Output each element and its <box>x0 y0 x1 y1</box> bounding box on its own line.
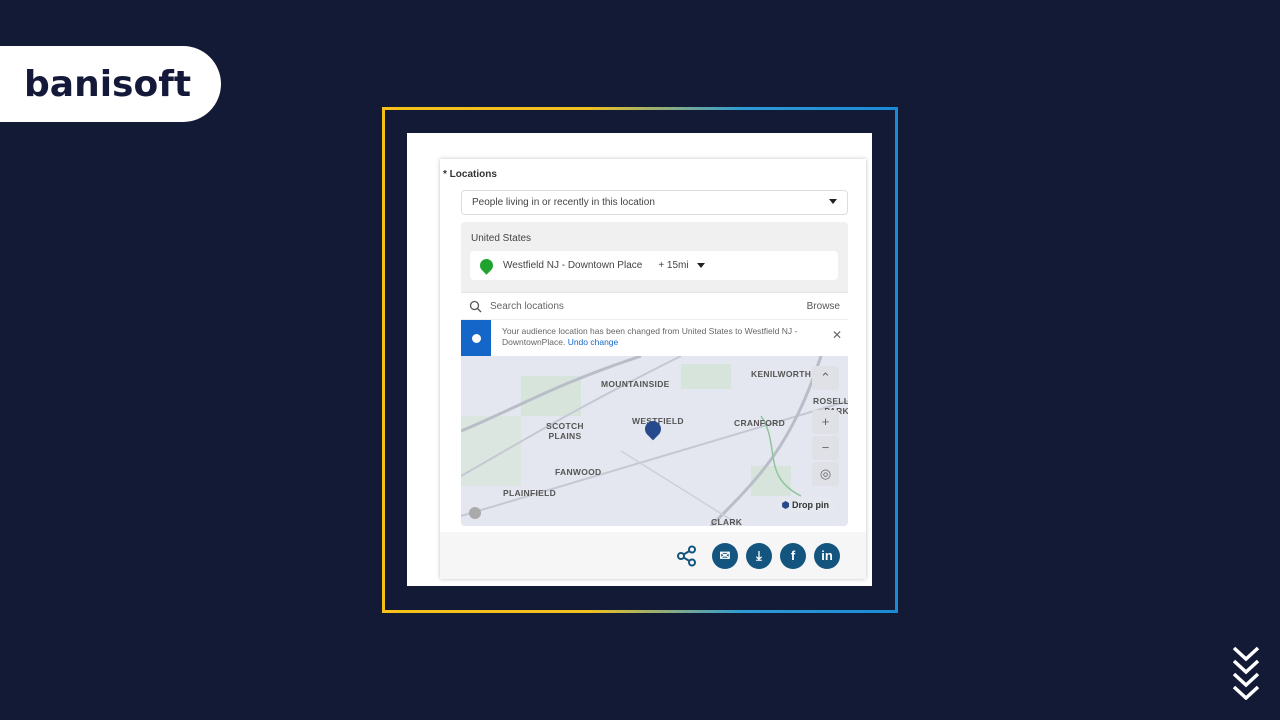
map-label: CLARK <box>711 517 743 526</box>
locations-label: * Locations <box>443 169 497 180</box>
selected-location[interactable]: Westfield NJ - Downtown Place + 15mi <box>470 251 838 280</box>
share-icon[interactable] <box>676 545 698 567</box>
search-bar[interactable]: Search locations Browse <box>461 292 848 319</box>
caret-down-icon <box>829 199 837 204</box>
country-label: United States <box>471 233 532 244</box>
download-icon[interactable]: ⤓ <box>746 542 772 569</box>
location-change-notification: Your audience location has been changed … <box>461 319 848 357</box>
map[interactable]: MOUNTAINSIDE KENILWORTH ROSELLE PARK SCO… <box>461 356 848 526</box>
zoom-in-button[interactable]: + <box>812 410 839 434</box>
share-bar: ✉ ⤓ f in <box>440 532 866 579</box>
collapse-map-button[interactable]: ⌃ <box>812 366 839 390</box>
linkedin-icon[interactable]: in <box>814 542 840 569</box>
drop-pin-label: Drop pin <box>792 500 829 510</box>
caret-down-icon[interactable] <box>696 263 705 268</box>
map-label: MOUNTAINSIDE <box>601 379 670 389</box>
locate-icon[interactable]: ◎ <box>812 462 839 486</box>
map-label: CRANFORD <box>734 418 786 428</box>
radius-select[interactable]: + 15mi <box>658 260 688 271</box>
location-box: United States Westfield NJ - Downtown Pl… <box>461 222 848 526</box>
audience-type-select[interactable]: People living in or recently in this loc… <box>461 190 848 215</box>
facebook-icon[interactable]: f <box>780 542 806 569</box>
map-label: SCOTCH PLAINS <box>546 421 584 441</box>
drop-pin-button[interactable]: ⬢ Drop pin <box>776 497 834 514</box>
search-input[interactable]: Search locations <box>490 301 807 312</box>
email-icon[interactable]: ✉ <box>712 542 738 569</box>
info-icon <box>471 334 481 343</box>
logo-text: banisoft <box>24 63 192 105</box>
browse-button[interactable]: Browse <box>807 301 840 312</box>
map-info-icon[interactable] <box>469 507 481 519</box>
map-label: FANWOOD <box>555 467 602 477</box>
screenshot-card: * Locations People living in or recently… <box>407 133 872 586</box>
banisoft-logo: banisoft <box>0 46 221 122</box>
scroll-down-chevrons-icon[interactable] <box>1232 644 1260 700</box>
location-pin-icon <box>477 256 496 275</box>
map-label: KENILWORTH <box>751 369 812 379</box>
locations-panel: * Locations People living in or recently… <box>440 159 866 579</box>
pin-icon: ⬢ <box>781 500 790 510</box>
zoom-out-button[interactable]: − <box>812 436 839 460</box>
map-label: PLAINFIELD <box>503 488 557 498</box>
search-icon <box>469 300 482 312</box>
notification-text: Your audience location has been changed … <box>502 326 798 347</box>
location-name: Westfield NJ - Downtown Place <box>503 260 643 271</box>
close-icon[interactable]: ✕ <box>832 328 842 342</box>
audience-type-value: People living in or recently in this loc… <box>472 197 655 208</box>
undo-change-link[interactable]: Undo change <box>568 337 619 347</box>
